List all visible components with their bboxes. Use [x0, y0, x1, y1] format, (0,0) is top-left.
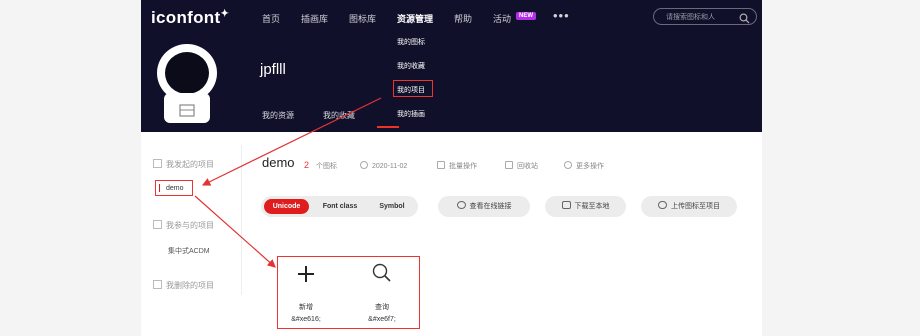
- sidebar-item-acdm[interactable]: 集中式ACDM: [168, 246, 210, 256]
- icon-card-plus[interactable]: 新增 &#xe616;: [271, 258, 341, 328]
- annotation-box-my-projects: [393, 80, 433, 97]
- project-date: 2020-11-02: [360, 161, 407, 170]
- header-hero: iconfont✦ 首页 插画库 图标库 资源管理 帮助 活动 NEW ••• …: [141, 0, 762, 132]
- icon-code: &#xe616;: [291, 316, 321, 323]
- icon-name: 查询: [375, 304, 389, 311]
- batch-action-button[interactable]: 批量操作: [437, 161, 477, 171]
- download-icon: [561, 201, 571, 209]
- avatar[interactable]: [154, 43, 220, 123]
- sidebar-title-initiated: 我发起的项目: [153, 159, 214, 170]
- grid-icon: [437, 161, 445, 169]
- nav-resource-management[interactable]: 资源管理: [397, 12, 433, 25]
- more-menu-icon[interactable]: •••: [553, 8, 570, 23]
- active-item-marker: [159, 184, 160, 192]
- sidebar-title-deleted: 我删除的项目: [153, 280, 214, 291]
- active-tab-indicator: [377, 126, 399, 128]
- upload-cloud-icon: [658, 201, 667, 209]
- document-icon: [153, 220, 162, 229]
- dropdown-my-icons[interactable]: 我的图标: [397, 37, 425, 47]
- nav-icon-library[interactable]: 图标库: [349, 12, 376, 25]
- dropdown-my-illustrations[interactable]: 我的插画: [397, 109, 425, 119]
- sidebar-item-demo[interactable]: demo: [166, 185, 184, 192]
- tab-my-resources[interactable]: 我的资源: [262, 110, 294, 121]
- logo[interactable]: iconfont✦: [151, 8, 229, 28]
- document-icon: [153, 280, 162, 289]
- trash-icon: [505, 161, 513, 169]
- sidebar-divider: [241, 145, 242, 295]
- page: iconfont✦ 首页 插画库 图标库 资源管理 帮助 活动 NEW ••• …: [141, 0, 762, 336]
- icon-card-search[interactable]: 查询 &#xe6f7;: [347, 258, 417, 328]
- sidebar-title-participated: 我参与的项目: [153, 220, 214, 231]
- nav-help[interactable]: 帮助: [454, 12, 472, 25]
- new-badge: NEW: [516, 12, 536, 20]
- nav-home[interactable]: 首页: [262, 12, 280, 25]
- project-title: demo: [262, 155, 295, 170]
- icon-count-label: 个图标: [316, 163, 337, 170]
- search-icon[interactable]: [739, 11, 750, 29]
- eye-icon: [456, 201, 466, 209]
- tab-font-class[interactable]: Font class: [312, 199, 368, 214]
- format-tabs: Unicode Font class Symbol: [261, 196, 418, 217]
- nav-illustrations[interactable]: 插画库: [301, 12, 328, 25]
- icon-count: 2: [304, 160, 310, 170]
- search-placeholder: 请搜索图标和人: [666, 14, 715, 21]
- plus-icon: [271, 262, 341, 286]
- search-icon: [347, 262, 417, 286]
- icon-code: &#xe6f7;: [368, 316, 396, 323]
- tab-symbol[interactable]: Symbol: [369, 199, 415, 214]
- view-online-link-button[interactable]: 查看在线链接: [438, 196, 530, 217]
- recycle-bin-button[interactable]: 回收站: [505, 161, 538, 171]
- more-actions-button[interactable]: 更多操作: [564, 161, 604, 171]
- search-input[interactable]: 请搜索图标和人: [653, 8, 757, 25]
- tab-my-favorites[interactable]: 我的收藏: [323, 110, 355, 121]
- document-icon: [153, 159, 162, 168]
- upload-icon-button[interactable]: 上传图标至项目: [641, 196, 737, 217]
- download-button[interactable]: 下载至本地: [545, 196, 626, 217]
- icon-name: 新增: [299, 304, 313, 311]
- nav-events[interactable]: 活动: [493, 12, 511, 25]
- dropdown-my-favorites[interactable]: 我的收藏: [397, 61, 425, 71]
- more-icon: [564, 161, 572, 169]
- clock-icon: [360, 161, 368, 169]
- username: jpflll: [260, 61, 286, 78]
- tab-unicode[interactable]: Unicode: [264, 199, 309, 214]
